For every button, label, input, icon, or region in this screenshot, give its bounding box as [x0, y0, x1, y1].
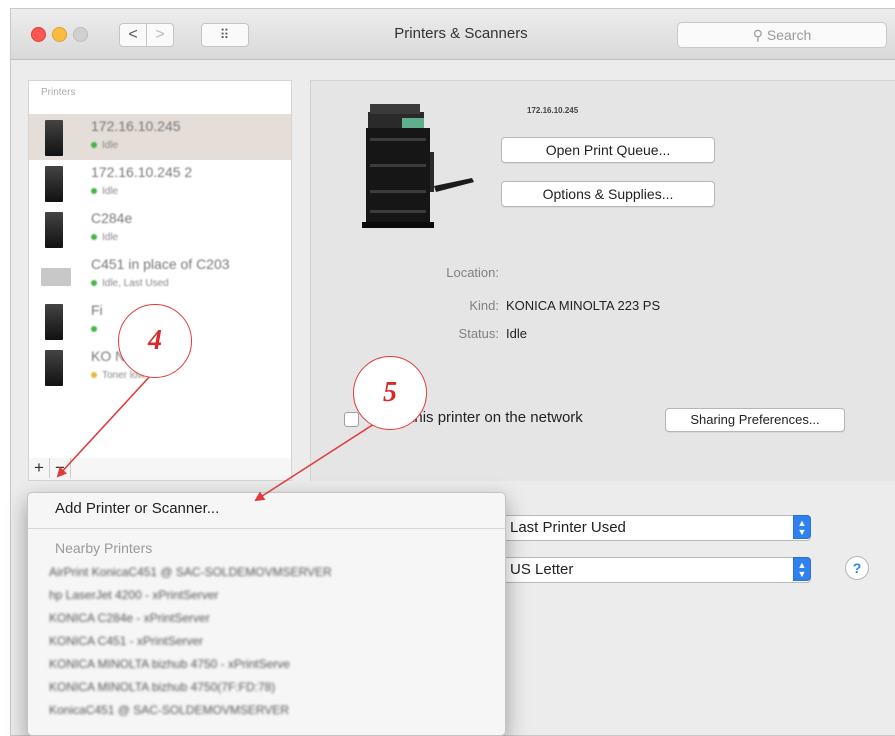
printer-icon: [45, 120, 63, 156]
printer-name: 172.16.10.245 2: [91, 164, 193, 180]
copier-printer-icon: [362, 104, 474, 228]
printer-name: 172.16.10.245: [91, 118, 181, 134]
printer-icon: [45, 350, 63, 386]
open-print-queue-button[interactable]: Open Print Queue...: [501, 137, 715, 163]
up-down-chevron-icon: ▲ ▼: [793, 515, 811, 539]
default-printer-value: Last Printer Used: [510, 519, 626, 536]
printer-status: [91, 324, 102, 335]
add-printer-menu: Add Printer or Scanner... Nearby Printer…: [27, 492, 506, 736]
zoom-button[interactable]: [73, 27, 88, 42]
printer-icon: [45, 304, 63, 340]
search-field[interactable]: ⚲ Search: [677, 22, 887, 48]
printer-status: Idle: [91, 232, 118, 243]
minimize-button[interactable]: [52, 27, 67, 42]
status-label: Status:: [458, 326, 499, 341]
default-printer-select[interactable]: Last Printer Used ▲ ▼: [499, 515, 811, 541]
annotation-step-4-callout: 4: [118, 304, 192, 378]
printer-status: Idle: [91, 186, 118, 197]
menu-item-nearby-printer[interactable]: KONICA MINOLTA bizhub 4750 - xPrintServe: [49, 657, 290, 671]
menu-item-nearby-printer[interactable]: KONICA C284e - xPrintServer: [49, 611, 210, 625]
forward-button[interactable]: >: [146, 23, 174, 47]
menu-item-nearby-printer[interactable]: KONICA MINOLTA bizhub 4750(7F:FD:78): [49, 680, 275, 694]
status-dot-icon: [91, 280, 97, 287]
paper-size-value: US Letter: [510, 561, 574, 578]
printer-list-item[interactable]: C451 in place of C203 Idle, Last Used: [29, 252, 291, 298]
title-bar: < > ⠿ Printers & Scanners ⚲ Search: [11, 9, 895, 60]
printer-name: C451 in place of C203: [91, 256, 230, 272]
printer-status: Idle, Last Used: [91, 278, 169, 289]
menu-item-nearby-printer[interactable]: KONICA C451 - xPrintServer: [49, 634, 203, 648]
printer-list-item[interactable]: 172.16.10.245 Idle: [29, 114, 291, 160]
annotation-step-5-callout: 5: [353, 356, 427, 430]
printer-name: C284e: [91, 210, 133, 226]
show-all-grid-icon[interactable]: ⠿: [201, 23, 249, 47]
printer-list-item[interactable]: 172.16.10.245 2 Idle: [29, 160, 291, 206]
printer-status-text: Idle: [102, 140, 119, 151]
printer-icon: [45, 212, 63, 248]
kind-label: Kind:: [469, 298, 499, 313]
options-supplies-button[interactable]: Options & Supplies...: [501, 181, 715, 207]
window-title: Printers & Scanners: [394, 25, 528, 42]
menu-separator: [28, 528, 505, 529]
sharing-preferences-button[interactable]: Sharing Preferences...: [665, 408, 845, 432]
printer-icon: [45, 166, 63, 202]
printer-status-text: Idle, Last Used: [102, 278, 169, 289]
printer-list-toolbar: + −: [28, 458, 292, 481]
status-dot-icon: [91, 142, 97, 149]
close-button[interactable]: [31, 27, 46, 42]
nearby-printers-heading: Nearby Printers: [55, 540, 153, 556]
status-dot-icon: [91, 372, 97, 379]
location-label: Location:: [446, 265, 499, 280]
printer-status-text: Idle: [102, 186, 119, 197]
menu-item-add-printer-or-scanner[interactable]: Add Printer or Scanner...: [55, 500, 219, 517]
share-printer-checkbox[interactable]: [344, 412, 359, 427]
up-down-chevron-icon: ▲ ▼: [793, 557, 811, 581]
printer-name: Fi: [91, 302, 103, 318]
printer-status: Idle: [91, 140, 118, 151]
search-icon: ⚲: [752, 27, 767, 43]
search-placeholder: Search: [766, 27, 812, 43]
printer-icon: [41, 268, 71, 286]
status-value: Idle: [506, 326, 527, 341]
printer-status-text: Idle: [102, 232, 119, 243]
status-dot-icon: [91, 234, 97, 241]
status-dot-icon: [91, 326, 97, 333]
status-dot-icon: [91, 188, 97, 195]
paper-size-select[interactable]: US Letter ▲ ▼: [499, 557, 811, 583]
menu-item-nearby-printer[interactable]: KonicaC451 @ SAC-SOLDEMOVMSERVER: [49, 703, 289, 717]
printer-name-heading: 172.16.10.245: [527, 106, 579, 115]
add-printer-button[interactable]: +: [29, 458, 50, 478]
menu-item-nearby-printer[interactable]: AirPrint KonicaC451 @ SAC-SOLDEMOVMSERVE…: [49, 565, 332, 579]
remove-printer-button[interactable]: −: [50, 458, 71, 478]
printer-list-item[interactable]: C284e Idle: [29, 206, 291, 252]
printer-list-heading: Printers: [41, 87, 76, 98]
help-button[interactable]: ?: [845, 556, 869, 580]
menu-item-nearby-printer[interactable]: hp LaserJet 4200 - xPrintServer: [49, 588, 218, 602]
printer-list[interactable]: Printers 172.16.10.245 Idle 172.16.10.24…: [28, 80, 292, 460]
back-button[interactable]: <: [119, 23, 147, 47]
kind-value: KONICA MINOLTA 223 PS: [506, 298, 661, 313]
